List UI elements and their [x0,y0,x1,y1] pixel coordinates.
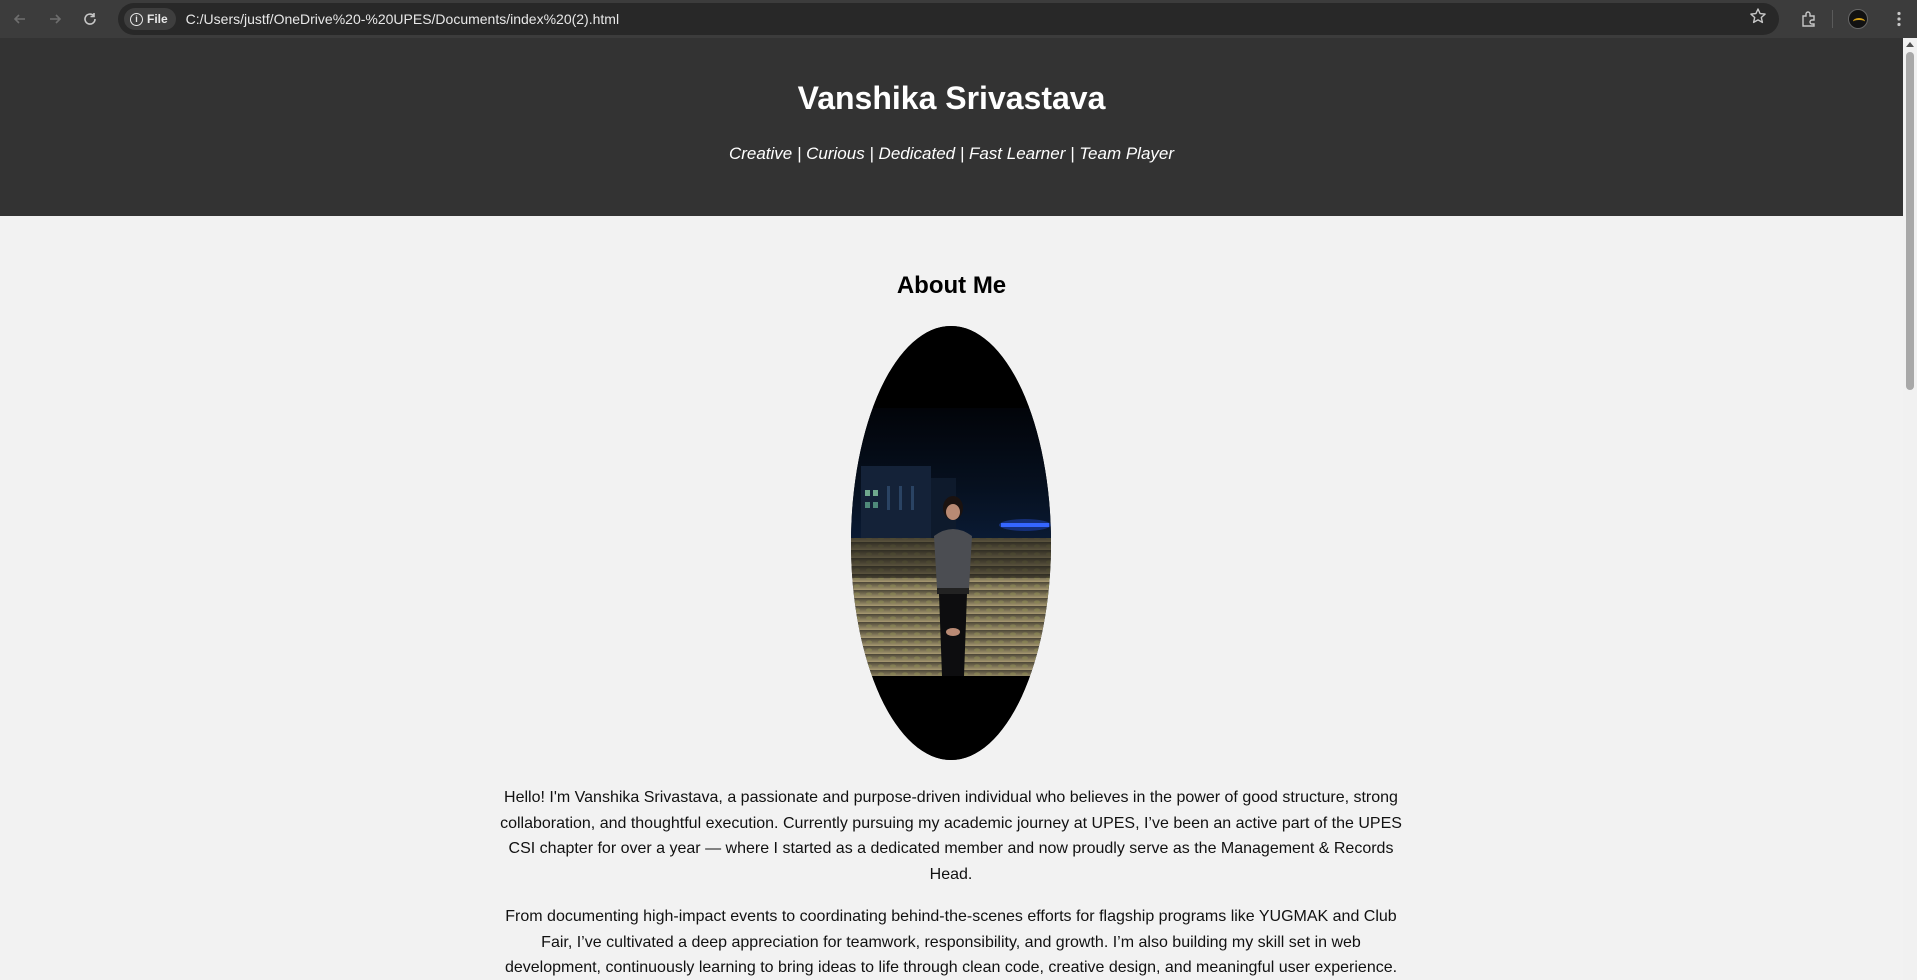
back-icon[interactable] [6,5,34,33]
site-info-label: File [147,12,168,26]
hero-name: Vanshika Srivastava [797,80,1106,116]
hero-header: Vanshika Srivastava Creative | Curious |… [0,38,1903,216]
browser-toolbar: i File C:/Users/justf/OneDrive%20-%20UPE… [0,0,1917,38]
site-info-chip[interactable]: i File [124,8,176,30]
nav-buttons [6,5,104,33]
more-menu-icon[interactable] [1885,5,1913,33]
forward-icon[interactable] [41,5,69,33]
info-icon: i [130,12,143,26]
scroll-thumb[interactable] [1906,52,1914,390]
scroll-up-arrow-icon[interactable] [1906,42,1914,47]
about-paragraph-1: Hello! I'm Vanshika Srivastava, a passio… [500,789,1402,883]
about-paragraph-2: From documenting high-impact events to c… [504,908,1398,976]
hero-tagline: Creative | Curious | Dedicated | Fast Le… [728,144,1175,163]
page-viewport: Vanshika Srivastava Creative | Curious |… [0,38,1903,980]
page-scrollbar[interactable] [1903,38,1917,980]
url-text[interactable]: C:/Users/justf/OneDrive%20-%20UPES/Docum… [186,11,619,27]
address-bar[interactable]: i File C:/Users/justf/OneDrive%20-%20UPE… [118,3,1779,35]
profile-photo [851,326,1051,760]
toolbar-separator [1832,10,1833,28]
star-icon[interactable] [1749,7,1767,30]
profile-avatar[interactable] [1848,9,1868,29]
about-title: About Me [896,272,1007,299]
reload-icon[interactable] [76,5,104,33]
extensions-icon[interactable] [1795,5,1823,33]
